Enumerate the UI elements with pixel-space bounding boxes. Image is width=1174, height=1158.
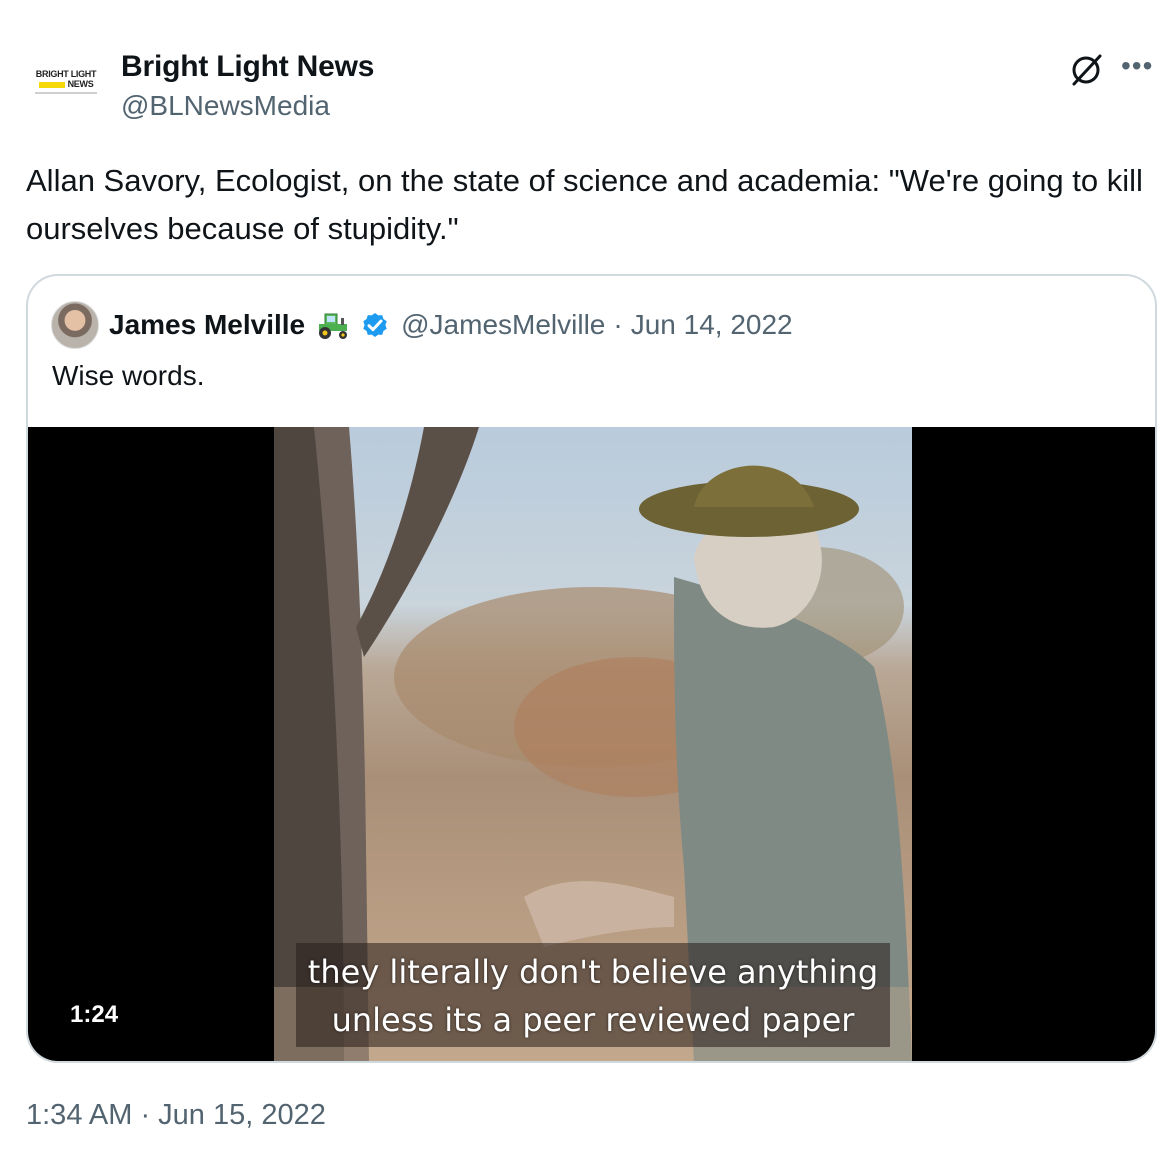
- author-name[interactable]: Bright Light News: [121, 50, 374, 84]
- author-avatar[interactable]: BRIGHT LIGHT NEWS: [26, 42, 106, 122]
- quoted-tweet[interactable]: James Melville @JamesMelville · Jun 14, …: [26, 274, 1157, 1063]
- tweet-text: Allan Savory, Ecologist, on the state of…: [26, 163, 1143, 246]
- quoted-author-name[interactable]: James Melville: [109, 309, 305, 341]
- quoted-author-avatar[interactable]: [51, 301, 99, 349]
- video-subtitle-line-2: unless its a peer reviewed paper: [331, 1001, 855, 1039]
- logo-yellow-bar: [38, 81, 65, 88]
- video-subtitle-line-1: they literally don't believe anything: [307, 953, 879, 991]
- logo-row: NEWS: [38, 79, 94, 89]
- tractor-emoji-icon: [319, 313, 348, 339]
- logo-text-top: BRIGHT LIGHT: [35, 69, 97, 79]
- separator-dot: ·: [613, 309, 623, 340]
- video-player[interactable]: they literally don't believe anything un…: [28, 427, 1155, 1061]
- quoted-author-handle[interactable]: @JamesMelville: [401, 309, 605, 341]
- author-handle[interactable]: @BLNewsMedia: [121, 90, 330, 122]
- quoted-tweet-date[interactable]: Jun 14, 2022: [631, 309, 793, 341]
- video-frame: they literally don't believe anything un…: [274, 427, 912, 1061]
- logo-text-bottom: NEWS: [67, 79, 94, 89]
- grok-icon[interactable]: [1068, 52, 1104, 88]
- quoted-tweet-text: Wise words.: [52, 360, 205, 391]
- more-icon[interactable]: •••: [1121, 50, 1153, 82]
- video-duration-badge: 1:24: [62, 999, 127, 1031]
- quoted-tweet-header: James Melville @JamesMelville · Jun 14, …: [51, 300, 793, 350]
- verified-badge-icon: [363, 313, 387, 337]
- tweet-timestamp[interactable]: 1:34 AM · Jun 15, 2022: [26, 1099, 326, 1132]
- logo-tagline-line: [35, 92, 97, 94]
- tweet-header: BRIGHT LIGHT NEWS Bright Light News @BLN…: [26, 42, 1156, 132]
